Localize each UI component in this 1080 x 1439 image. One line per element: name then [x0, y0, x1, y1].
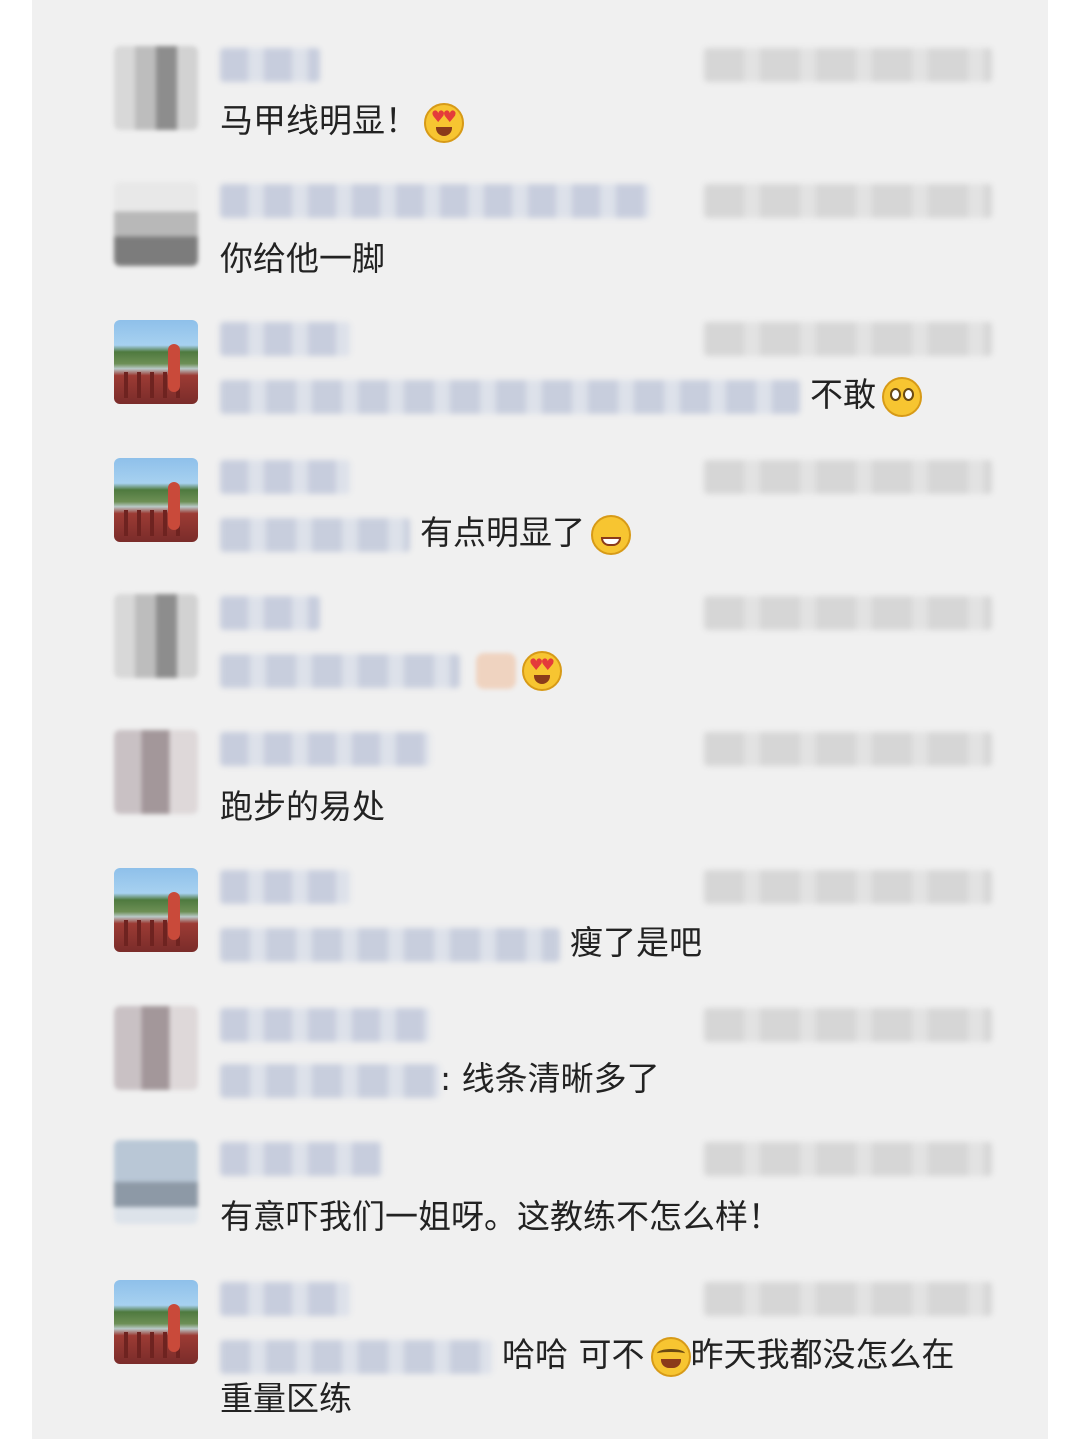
username-blurred[interactable]	[220, 48, 320, 82]
username-blurred[interactable]	[220, 1282, 350, 1316]
thumbs-up-icon	[476, 652, 516, 689]
avatar[interactable]	[114, 1140, 198, 1224]
timestamp-blurred	[704, 322, 992, 356]
username-blurred[interactable]	[220, 460, 350, 494]
mention-blurred[interactable]	[220, 379, 800, 414]
username-blurred[interactable]	[220, 1008, 430, 1042]
comment-body: 你给他一脚	[220, 239, 385, 278]
comment-text-line2: 重量区练	[220, 1376, 352, 1422]
comment-text: : 线条清晰多了	[220, 1056, 660, 1102]
comment-body: 瘦了是吧	[570, 923, 702, 962]
avatar[interactable]	[114, 182, 198, 266]
timestamp-blurred	[704, 1142, 992, 1176]
mention-blurred[interactable]	[220, 927, 560, 962]
timestamp-blurred	[704, 1008, 992, 1042]
comment-body: : 线条清晰多了	[440, 1059, 660, 1098]
mention-blurred[interactable]	[220, 517, 410, 552]
heart-eyes-icon	[522, 650, 562, 691]
comment-body: 有意吓我们一姐呀。这教练不怎么样！	[220, 1197, 781, 1236]
comment-body: 马甲线明显！	[220, 101, 418, 140]
mention-blurred[interactable]	[220, 653, 460, 688]
timestamp-blurred	[704, 1282, 992, 1316]
timestamp-blurred	[704, 184, 992, 218]
username-blurred[interactable]	[220, 322, 350, 356]
heart-eyes-icon	[424, 102, 464, 143]
comment-body: 有点明显了	[420, 513, 585, 552]
timestamp-blurred	[704, 596, 992, 630]
comment-body-wrapped: 重量区练	[220, 1379, 352, 1418]
grin-icon	[591, 514, 631, 555]
timestamp-blurred	[704, 460, 992, 494]
comment-text: 瘦了是吧	[220, 920, 702, 966]
comment-body: 哈哈 可不	[502, 1335, 645, 1374]
comment-text: 有点明显了	[220, 510, 631, 556]
avatar[interactable]	[114, 320, 198, 404]
comment-text: 哈哈 可不 昨天我都没怎么在	[220, 1332, 955, 1378]
comment-text: 马甲线明显！	[220, 98, 464, 144]
avatar[interactable]	[114, 1280, 198, 1364]
comment-text: 你给他一脚	[220, 236, 385, 282]
comment-text	[220, 646, 562, 692]
timestamp-blurred	[704, 732, 992, 766]
avatar[interactable]	[114, 594, 198, 678]
comment-list: 马甲线明显！ 你给他一脚 不敢 有点明显了	[32, 0, 1048, 1439]
username-blurred[interactable]	[220, 1142, 382, 1176]
username-blurred[interactable]	[220, 870, 350, 904]
mention-blurred[interactable]	[220, 1063, 440, 1098]
comment-text: 有意吓我们一姐呀。这教练不怎么样！	[220, 1194, 781, 1240]
timestamp-blurred	[704, 48, 992, 82]
avatar[interactable]	[114, 868, 198, 952]
comment-text: 不敢	[220, 372, 922, 418]
flushed-face-icon	[882, 376, 922, 417]
comment-body: 不敢	[810, 375, 876, 414]
avatar[interactable]	[114, 1006, 198, 1090]
username-blurred[interactable]	[220, 184, 650, 218]
comment-text: 跑步的易处	[220, 784, 385, 830]
avatar[interactable]	[114, 458, 198, 542]
comment-body: 跑步的易处	[220, 787, 385, 826]
timestamp-blurred	[704, 870, 992, 904]
avatar[interactable]	[114, 46, 198, 130]
username-blurred[interactable]	[220, 732, 430, 766]
mention-blurred[interactable]	[220, 1339, 492, 1374]
avatar[interactable]	[114, 730, 198, 814]
comment-body-continued: 昨天我都没怎么在	[690, 1335, 955, 1374]
crying-laughing-icon	[650, 1336, 691, 1377]
username-blurred[interactable]	[220, 596, 320, 630]
